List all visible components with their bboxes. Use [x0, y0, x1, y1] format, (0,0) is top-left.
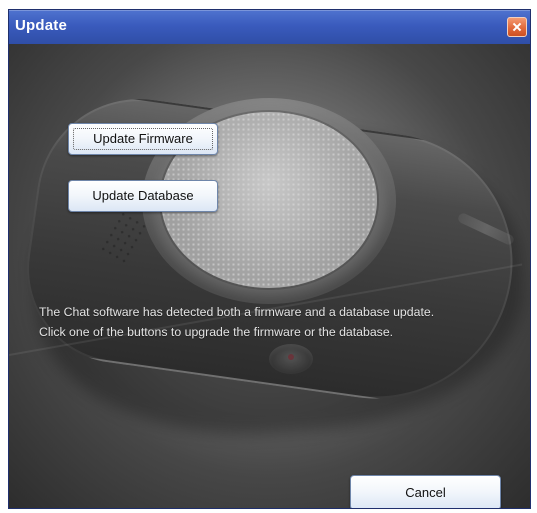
update-dialog: Update Update Firmware Update Database T… — [8, 9, 531, 509]
update-firmware-button[interactable]: Update Firmware — [68, 123, 218, 155]
speaker-control-knob — [269, 344, 313, 374]
message-line-2: Click one of the buttons to upgrade the … — [39, 325, 394, 339]
update-message: The Chat software has detected both a fi… — [39, 302, 519, 342]
close-icon[interactable] — [507, 17, 527, 37]
message-line-1: The Chat software has detected both a fi… — [39, 305, 435, 319]
dialog-content: Update Firmware Update Database The Chat… — [9, 44, 530, 508]
update-database-button[interactable]: Update Database — [68, 180, 218, 212]
title-bar[interactable]: Update — [9, 10, 530, 44]
window-title: Update — [15, 17, 68, 34]
cancel-button[interactable]: Cancel — [350, 475, 501, 508]
